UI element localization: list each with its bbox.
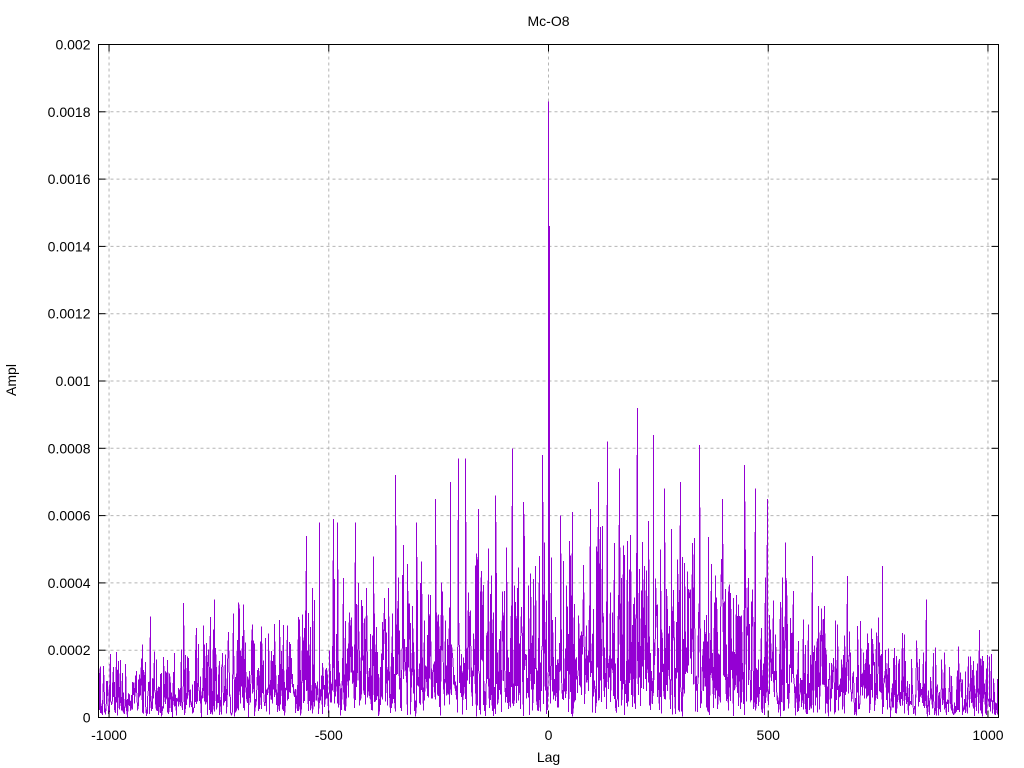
y-tick-label: 0.0004 xyxy=(48,575,91,591)
y-tick-label: 0.0006 xyxy=(48,508,91,524)
y-tick-label: 0.0012 xyxy=(48,306,91,322)
plot-page: -1000 -500 0 500 1000 0 0.0002 0.0004 0.0006 0.00… xyxy=(0,0,1024,768)
y-tick-label: 0.0008 xyxy=(48,440,91,456)
y-tick-label: 0 xyxy=(83,710,91,726)
data-series xyxy=(98,101,999,718)
y-tick-label: 0.0002 xyxy=(48,642,91,658)
chart-canvas: -1000 -500 0 500 1000 0 0.0002 0.0004 0.0006 0.00… xyxy=(3,13,1004,765)
y-tick-label: 0.0016 xyxy=(48,171,91,187)
y-tick-label: 0.001 xyxy=(55,373,90,389)
y-tick-label: 0.0014 xyxy=(48,238,91,254)
chart-title: Mc-O8 xyxy=(528,13,570,29)
x-tick-label: 1000 xyxy=(972,727,1003,743)
x-tick-label: -1000 xyxy=(91,727,127,743)
y-axis-label: Ampl xyxy=(3,364,19,396)
y-tick-label: 0.002 xyxy=(55,37,90,53)
y-tick-label: 0.0018 xyxy=(48,104,91,120)
x-tick-label: 500 xyxy=(757,727,781,743)
x-tick-label: 0 xyxy=(545,727,553,743)
x-tick-label: -500 xyxy=(315,727,343,743)
series-line xyxy=(98,101,999,718)
x-axis-label: Lag xyxy=(537,749,560,765)
